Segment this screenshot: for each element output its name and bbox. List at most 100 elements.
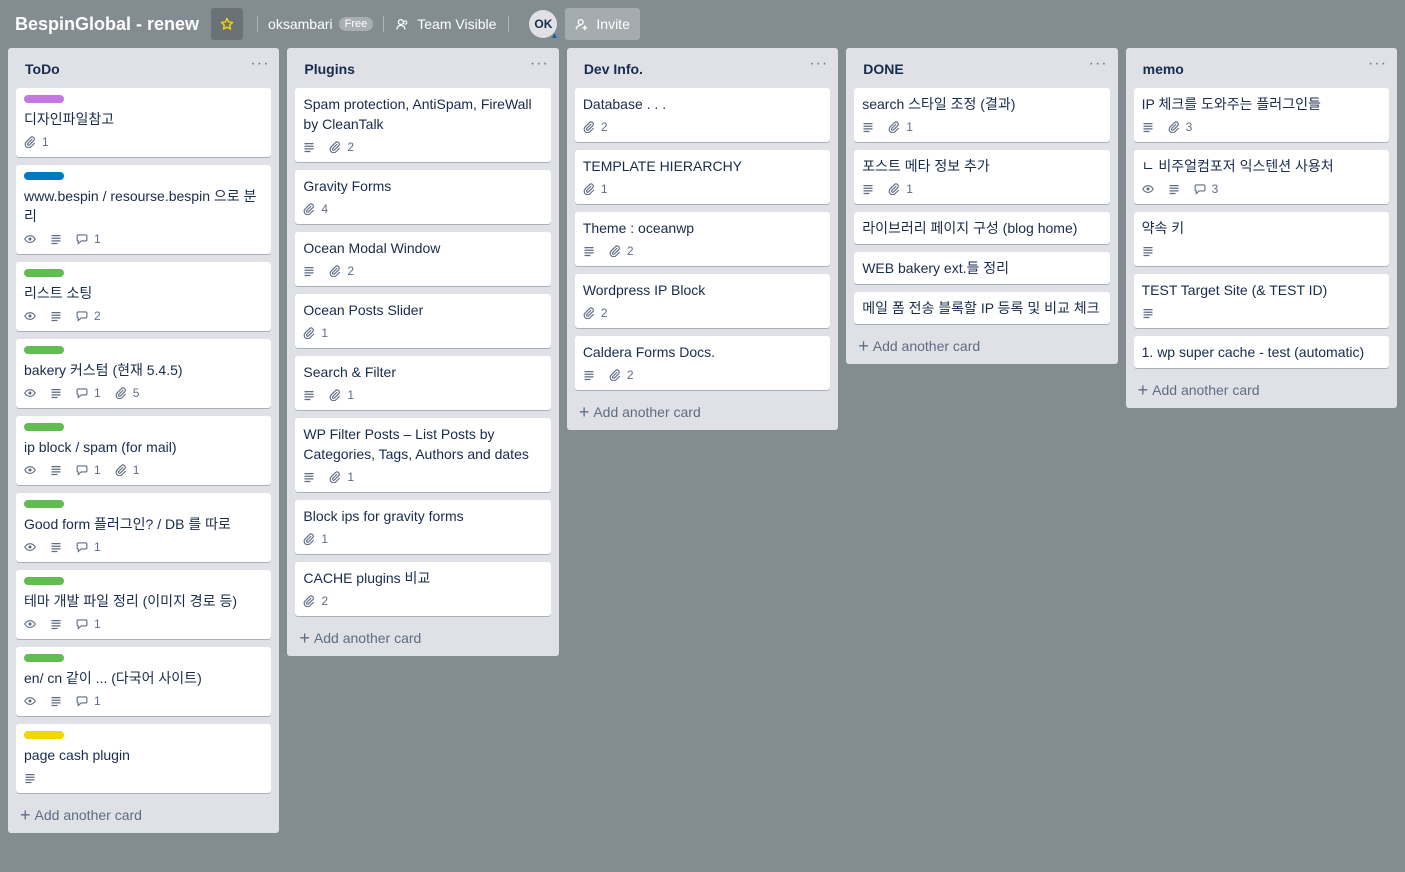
comment-icon (76, 465, 88, 476)
paperclip-icon (304, 327, 315, 339)
attachments-count: 1 (321, 326, 329, 340)
list-menu-icon[interactable]: ··· (1089, 56, 1108, 77)
card[interactable]: 메일 폼 전송 블록할 IP 등록 및 비교 체크 (854, 292, 1110, 324)
team-icon (396, 18, 408, 29)
card-label-green[interactable] (24, 577, 64, 585)
member-avatar[interactable]: OK ▲ (529, 10, 558, 40)
list-header: Plugins ··· (287, 48, 558, 88)
list-title[interactable]: memo (1143, 61, 1184, 77)
add-card-button[interactable]: + Add another card (8, 799, 279, 831)
card[interactable]: Good form 플러그인? / DB 를 따로 1 (16, 493, 272, 562)
comment-icon (76, 388, 88, 399)
card[interactable]: Search & Filter 1 (295, 356, 551, 410)
comments-badge: 2 (76, 309, 101, 323)
card[interactable]: WEB bakery ext.들 정리 (854, 252, 1110, 284)
visibility-button[interactable]: Team Visible (390, 16, 502, 32)
comment-icon (76, 311, 88, 322)
add-card-button[interactable]: + Add another card (567, 396, 838, 428)
card[interactable]: 약속 키 (1133, 212, 1390, 266)
card[interactable]: 리스트 소팅 2 (16, 262, 272, 331)
card-badges (1142, 240, 1381, 264)
card-title: 라이브러리 페이지 구성 (blog home) (862, 220, 1078, 236)
card[interactable]: 디자인파일참고 1 (16, 88, 272, 157)
add-card-label: Add another card (34, 807, 142, 823)
card-title: ㄴ 비주얼컴포저 익스텐션 사용처 (1141, 158, 1334, 174)
card[interactable]: 테마 개발 파일 정리 (이미지 경로 등) 1 (16, 570, 272, 639)
card[interactable]: Theme : oceanwp 2 (574, 212, 831, 266)
card-label-green[interactable] (24, 423, 64, 431)
list-title[interactable]: Plugins (304, 61, 355, 77)
comments-count: 3 (1211, 182, 1219, 196)
card[interactable]: WP Filter Posts – List Posts by Categori… (295, 418, 551, 492)
add-card-button[interactable]: + Add another card (846, 330, 1117, 362)
card[interactable]: 1. wp super cache - test (automatic) (1133, 336, 1390, 368)
card[interactable]: Caldera Forms Docs. 2 (574, 336, 831, 390)
card[interactable]: 라이브러리 페이지 구성 (blog home) (854, 212, 1110, 244)
board-title[interactable]: BespinGlobal - renew (15, 14, 199, 35)
attachments-count: 1 (906, 182, 913, 196)
card-label-green[interactable] (24, 654, 64, 662)
card[interactable]: ip block / spam (for mail) 1 1 (16, 416, 272, 485)
card[interactable]: ㄴ 비주얼컴포저 익스텐션 사용처 3 (1133, 150, 1390, 204)
card-label-green[interactable] (24, 500, 64, 508)
card-title: bakery 커스텀 (현재 5.4.5) (24, 362, 183, 378)
card-badges: 2 (583, 240, 822, 264)
card[interactable]: Block ips for gravity forms 1 (295, 500, 551, 554)
watching-icon (24, 310, 36, 322)
card-badges: 1 (303, 528, 542, 552)
comments-count: 1 (94, 617, 101, 631)
list-menu-icon[interactable]: ··· (1368, 56, 1387, 77)
attachments-count: 1 (132, 463, 140, 477)
card-badges: 15 (24, 382, 263, 406)
plus-icon: + (578, 402, 590, 422)
star-button[interactable] (211, 8, 244, 40)
card-label-yellow[interactable] (24, 731, 64, 739)
add-card-button[interactable]: + Add another card (287, 622, 558, 654)
card-label-purple[interactable] (24, 95, 64, 103)
add-card-button[interactable]: + Add another card (1126, 374, 1397, 406)
list-memo: memo ··· IP 체크를 도와주는 플러그인들 3 ㄴ 비주얼컴포저 익스텐션 사… (1125, 48, 1398, 408)
card[interactable]: TEST Target Site (& TEST ID) (1133, 274, 1390, 328)
card[interactable]: IP 체크를 도와주는 플러그인들 3 (1133, 88, 1390, 142)
paperclip-icon (24, 136, 35, 148)
list-title[interactable]: DONE (863, 61, 903, 77)
list-menu-icon[interactable]: ··· (809, 56, 828, 77)
card-badges (24, 767, 263, 791)
card[interactable]: www.bespin / resourse.bespin 으로 분리 1 (16, 165, 272, 254)
comments-badge: 1 (76, 694, 101, 708)
card-label-blue[interactable] (24, 172, 64, 180)
card[interactable]: page cash plugin (16, 724, 272, 793)
add-card-label: Add another card (593, 404, 701, 420)
card[interactable]: Wordpress IP Block 2 (574, 274, 831, 328)
attachments-badge: 1 (303, 326, 328, 340)
card-title: TEMPLATE HIERARCHY (582, 158, 743, 174)
list-menu-icon[interactable]: ··· (250, 56, 269, 77)
card[interactable]: Database . . . 2 (574, 88, 831, 142)
attachments-badge: 1 (888, 120, 913, 134)
card[interactable]: TEMPLATE HIERARCHY 1 (574, 150, 831, 204)
description-icon (1168, 183, 1180, 195)
watching-icon (24, 464, 36, 476)
header-divider (508, 16, 510, 32)
card-label-green[interactable] (24, 269, 64, 277)
card[interactable]: en/ cn 같이 ... (다국어 사이트) 1 (16, 647, 272, 716)
team-name-button[interactable]: oksambari Free (264, 16, 377, 32)
card[interactable]: bakery 커스텀 (현재 5.4.5) 1 5 (16, 339, 272, 408)
watching-icon (1141, 183, 1154, 195)
card[interactable]: CACHE plugins 비교 2 (295, 562, 551, 616)
list-title[interactable]: ToDo (25, 61, 60, 77)
card-label-green[interactable] (24, 346, 64, 354)
invite-button[interactable]: Invite (565, 8, 640, 40)
description-icon (1142, 245, 1154, 257)
card[interactable]: search 스타일 조정 (결과) 1 (854, 88, 1110, 142)
card[interactable]: Ocean Modal Window 2 (295, 232, 551, 286)
card[interactable]: 포스트 메타 정보 추가 1 (854, 150, 1110, 204)
visibility-label: Team Visible (417, 16, 497, 32)
list-menu-icon[interactable]: ··· (530, 56, 549, 77)
list-title[interactable]: Dev Info. (584, 61, 643, 77)
plus-icon: + (299, 628, 310, 648)
card[interactable]: Gravity Forms 4 (295, 170, 551, 224)
description-icon (50, 618, 62, 630)
card[interactable]: Spam protection, AntiSpam, FireWall by C… (295, 88, 551, 162)
card[interactable]: Ocean Posts Slider 1 (295, 294, 551, 348)
